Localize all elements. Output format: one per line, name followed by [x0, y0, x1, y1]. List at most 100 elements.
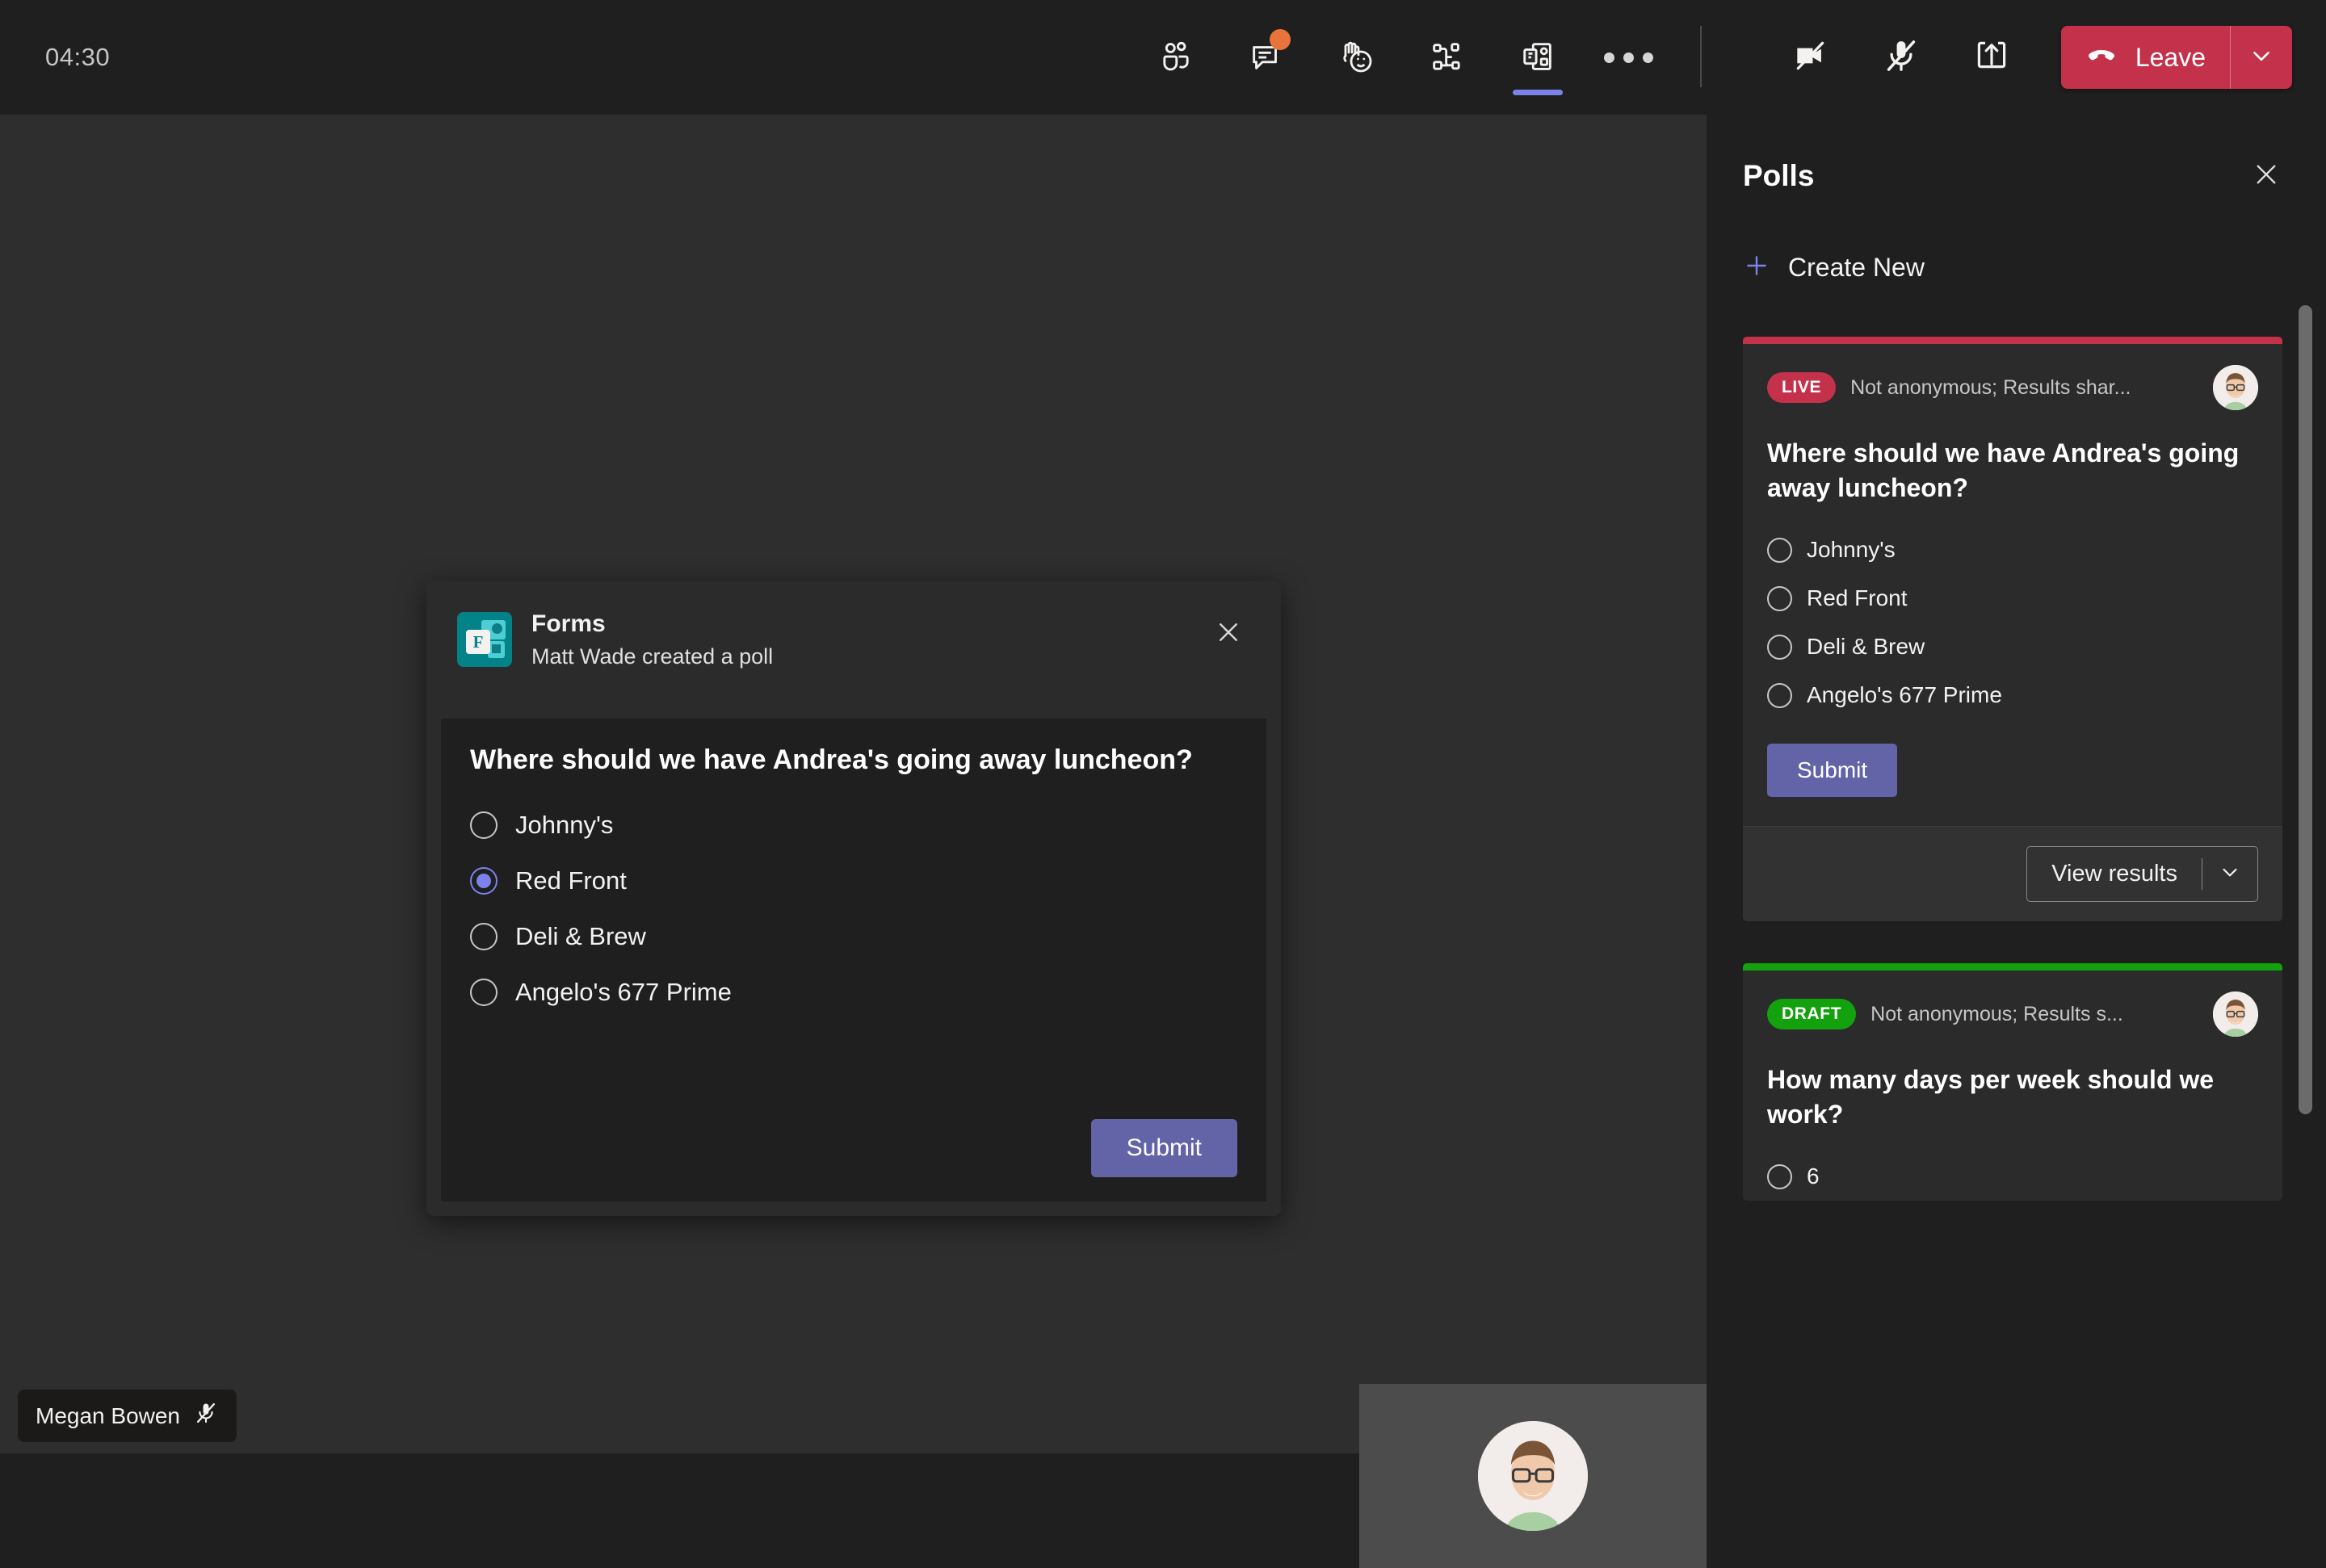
- radio-unselected-icon: [1767, 682, 1792, 708]
- polls-panel-close-button[interactable]: [2247, 157, 2286, 195]
- camera-toggle-button[interactable]: [1765, 0, 1856, 115]
- forms-app-button[interactable]: [1493, 0, 1583, 115]
- poll-modal-option-0[interactable]: Johnny's: [470, 797, 1237, 853]
- radio-selected-icon: [470, 866, 498, 895]
- poll-modal-option-3[interactable]: Angelo's 677 Prime: [470, 964, 1237, 1020]
- poll-modal: F Forms Matt Wade created a poll Where s…: [426, 581, 1281, 1216]
- poll-modal-submit-button[interactable]: Submit: [1090, 1119, 1237, 1177]
- forms-app-icon: [1519, 39, 1556, 76]
- toolbar-divider: [1700, 26, 1702, 87]
- camera-off-icon: [1791, 36, 1831, 80]
- page-title: Polls: [1743, 159, 1815, 192]
- view-results-label: View results: [2051, 861, 2177, 887]
- reactions-button[interactable]: [1312, 0, 1402, 115]
- status-badge: DRAFT: [1767, 999, 1857, 1030]
- poll-option-label: Red Front: [1807, 585, 1908, 611]
- mic-toggle-button[interactable]: [1856, 0, 1946, 115]
- chat-button[interactable]: [1221, 0, 1312, 115]
- meeting-toolbar: 04:30 Leave: [0, 0, 2326, 115]
- poll-option-1[interactable]: Red Front: [1767, 574, 2258, 623]
- poll-options: Johnny's Red Front Deli & Brew Angelo's …: [1767, 526, 2258, 719]
- view-results-split-button[interactable]: View results: [2026, 846, 2258, 903]
- close-icon: [1214, 618, 1243, 651]
- poll-card-draft: DRAFT Not anonymous; Results s... How ma…: [1743, 963, 2282, 1201]
- status-badge: LIVE: [1767, 372, 1837, 403]
- poll-card-live: LIVE Not anonymous; Results shar... Wher…: [1743, 337, 2282, 922]
- poll-modal-question: Where should we have Andrea's going away…: [470, 744, 1193, 775]
- poll-option-label: Johnny's: [1807, 537, 1896, 563]
- leave-label: Leave: [2135, 42, 2206, 72]
- create-new-poll-button[interactable]: Create New: [1707, 252, 2326, 283]
- chat-unread-badge: [1270, 29, 1291, 50]
- radio-unselected-icon: [470, 978, 498, 1006]
- poll-list: LIVE Not anonymous; Results shar... Wher…: [1707, 337, 2326, 1453]
- share-screen-button[interactable]: [1946, 0, 2037, 115]
- poll-option-2[interactable]: Deli & Brew: [1767, 623, 2258, 671]
- participant-video-tile[interactable]: [1359, 1384, 1707, 1568]
- poll-status-strip: [1743, 337, 2282, 344]
- poll-modal-subtitle: Matt Wade created a poll: [531, 644, 774, 669]
- poll-modal-close-button[interactable]: [1210, 615, 1247, 652]
- mic-off-icon: [1881, 36, 1921, 80]
- meeting-stage: Megan Bowen F Forms Matt Wade created a …: [0, 115, 1707, 1568]
- poll-option-3[interactable]: Angelo's 677 Prime: [1767, 671, 2258, 719]
- breakout-rooms-icon: [1429, 39, 1466, 76]
- poll-modal-app-title: Forms: [531, 610, 606, 637]
- poll-settings-text: Not anonymous; Results s...: [1870, 1002, 2123, 1025]
- poll-modal-header: F Forms Matt Wade created a poll: [426, 581, 1281, 692]
- leave-main[interactable]: Leave: [2061, 26, 2230, 89]
- poll-modal-option-label: Deli & Brew: [515, 921, 646, 950]
- poll-modal-body: Where should we have Andrea's going away…: [441, 719, 1266, 1201]
- self-name-label: Megan Bowen: [36, 1402, 181, 1428]
- polls-panel-scrollbar[interactable]: [2299, 305, 2312, 1114]
- avatar: [1478, 1421, 1588, 1531]
- hang-up-icon: [2084, 38, 2119, 78]
- poll-modal-option-1[interactable]: Red Front: [470, 853, 1237, 908]
- radio-unselected-icon: [470, 922, 498, 950]
- meeting-timer: 04:30: [45, 43, 111, 71]
- poll-option-label: Angelo's 677 Prime: [1807, 682, 2002, 708]
- raise-hand-icon: [1337, 38, 1376, 77]
- poll-option-label: Deli & Brew: [1807, 634, 1925, 660]
- polls-panel: Polls Create New LIVE Not anonymous; Res…: [1707, 115, 2326, 1453]
- poll-question: How many days per week should we work?: [1767, 1065, 2215, 1129]
- radio-unselected-icon: [1767, 585, 1792, 611]
- leave-button[interactable]: Leave: [2060, 26, 2292, 89]
- poll-modal-option-label: Johnny's: [515, 810, 614, 839]
- poll-question: Where should we have Andrea's going away…: [1767, 438, 2240, 502]
- avatar: [2213, 992, 2258, 1038]
- poll-card-content: LIVE Not anonymous; Results shar... Wher…: [1743, 344, 2282, 826]
- plus-icon: [1743, 252, 1770, 283]
- radio-unselected-icon: [1767, 1163, 1792, 1189]
- toolbar-right-group: Leave: [1765, 0, 2292, 115]
- poll-card-footer: View results: [1743, 826, 2282, 922]
- poll-submit-button[interactable]: Submit: [1767, 744, 1898, 798]
- people-button[interactable]: [1131, 0, 1221, 115]
- forms-icon: F: [457, 612, 512, 668]
- poll-meta-row: DRAFT Not anonymous; Results s...: [1767, 992, 2258, 1038]
- share-screen-icon: [1972, 36, 2011, 79]
- avatar: [2213, 365, 2258, 410]
- self-name-pill: Megan Bowen: [18, 1390, 237, 1442]
- radio-unselected-icon: [1767, 634, 1792, 660]
- poll-modal-option-label: Angelo's 677 Prime: [515, 977, 732, 1006]
- poll-option-label: 6: [1807, 1163, 1820, 1189]
- breakout-rooms-button[interactable]: [1402, 0, 1493, 115]
- close-icon: [2251, 159, 2282, 194]
- view-results-dropdown-button[interactable]: [2202, 847, 2257, 901]
- chevron-down-icon: [2218, 860, 2242, 888]
- people-icon: [1157, 39, 1194, 76]
- toolbar-center-group: [1131, 0, 1673, 115]
- poll-meta-row: LIVE Not anonymous; Results shar...: [1767, 365, 2258, 410]
- create-new-label: Create New: [1788, 253, 1925, 282]
- poll-option-0[interactable]: 6: [1767, 1152, 2258, 1201]
- poll-settings-text: Not anonymous; Results shar...: [1850, 375, 2131, 399]
- poll-modal-option-2[interactable]: Deli & Brew: [470, 908, 1237, 964]
- more-options-button[interactable]: [1583, 0, 1673, 115]
- leave-dropdown-button[interactable]: [2231, 26, 2292, 89]
- mic-off-icon: [193, 1400, 219, 1432]
- polls-panel-header: Polls: [1707, 115, 2326, 195]
- poll-option-0[interactable]: Johnny's: [1767, 526, 2258, 574]
- poll-options: 6: [1767, 1152, 2258, 1201]
- poll-status-strip: [1743, 963, 2282, 971]
